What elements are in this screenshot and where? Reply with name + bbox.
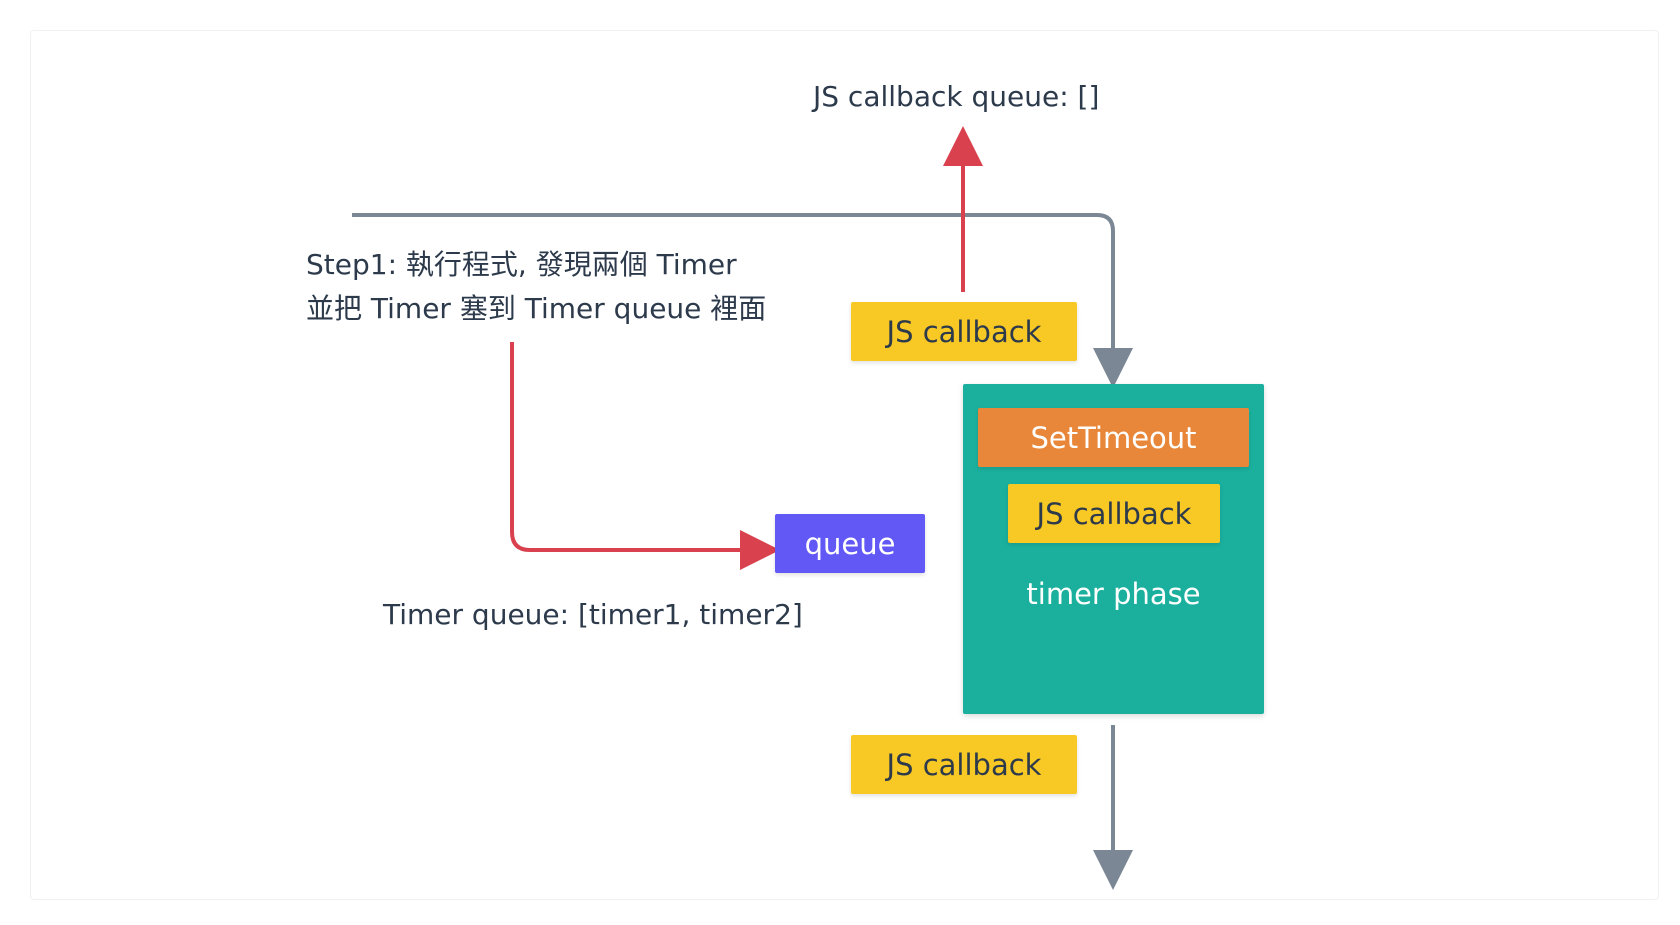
timer-queue-label: Timer queue: [timer1, timer2]: [383, 598, 803, 631]
set-timeout-box: SetTimeout: [978, 408, 1249, 467]
timer-phase-label: timer phase: [1026, 577, 1201, 611]
js-callback-box-bottom: JS callback: [851, 735, 1077, 794]
arrows-layer: [352, 126, 1133, 890]
queue-box: queue: [775, 514, 925, 573]
js-callback-box-top: JS callback: [851, 302, 1077, 361]
js-callback-box-inner: JS callback: [1008, 484, 1220, 543]
step1-line2: 並把 Timer 塞到 Timer queue 裡面: [306, 292, 767, 325]
js-callback-queue-label: JS callback queue: []: [813, 80, 1100, 113]
red-arrow-to-queue: [510, 342, 780, 570]
step1-line1: Step1: 執行程式, 發現兩個 Timer: [306, 248, 737, 281]
